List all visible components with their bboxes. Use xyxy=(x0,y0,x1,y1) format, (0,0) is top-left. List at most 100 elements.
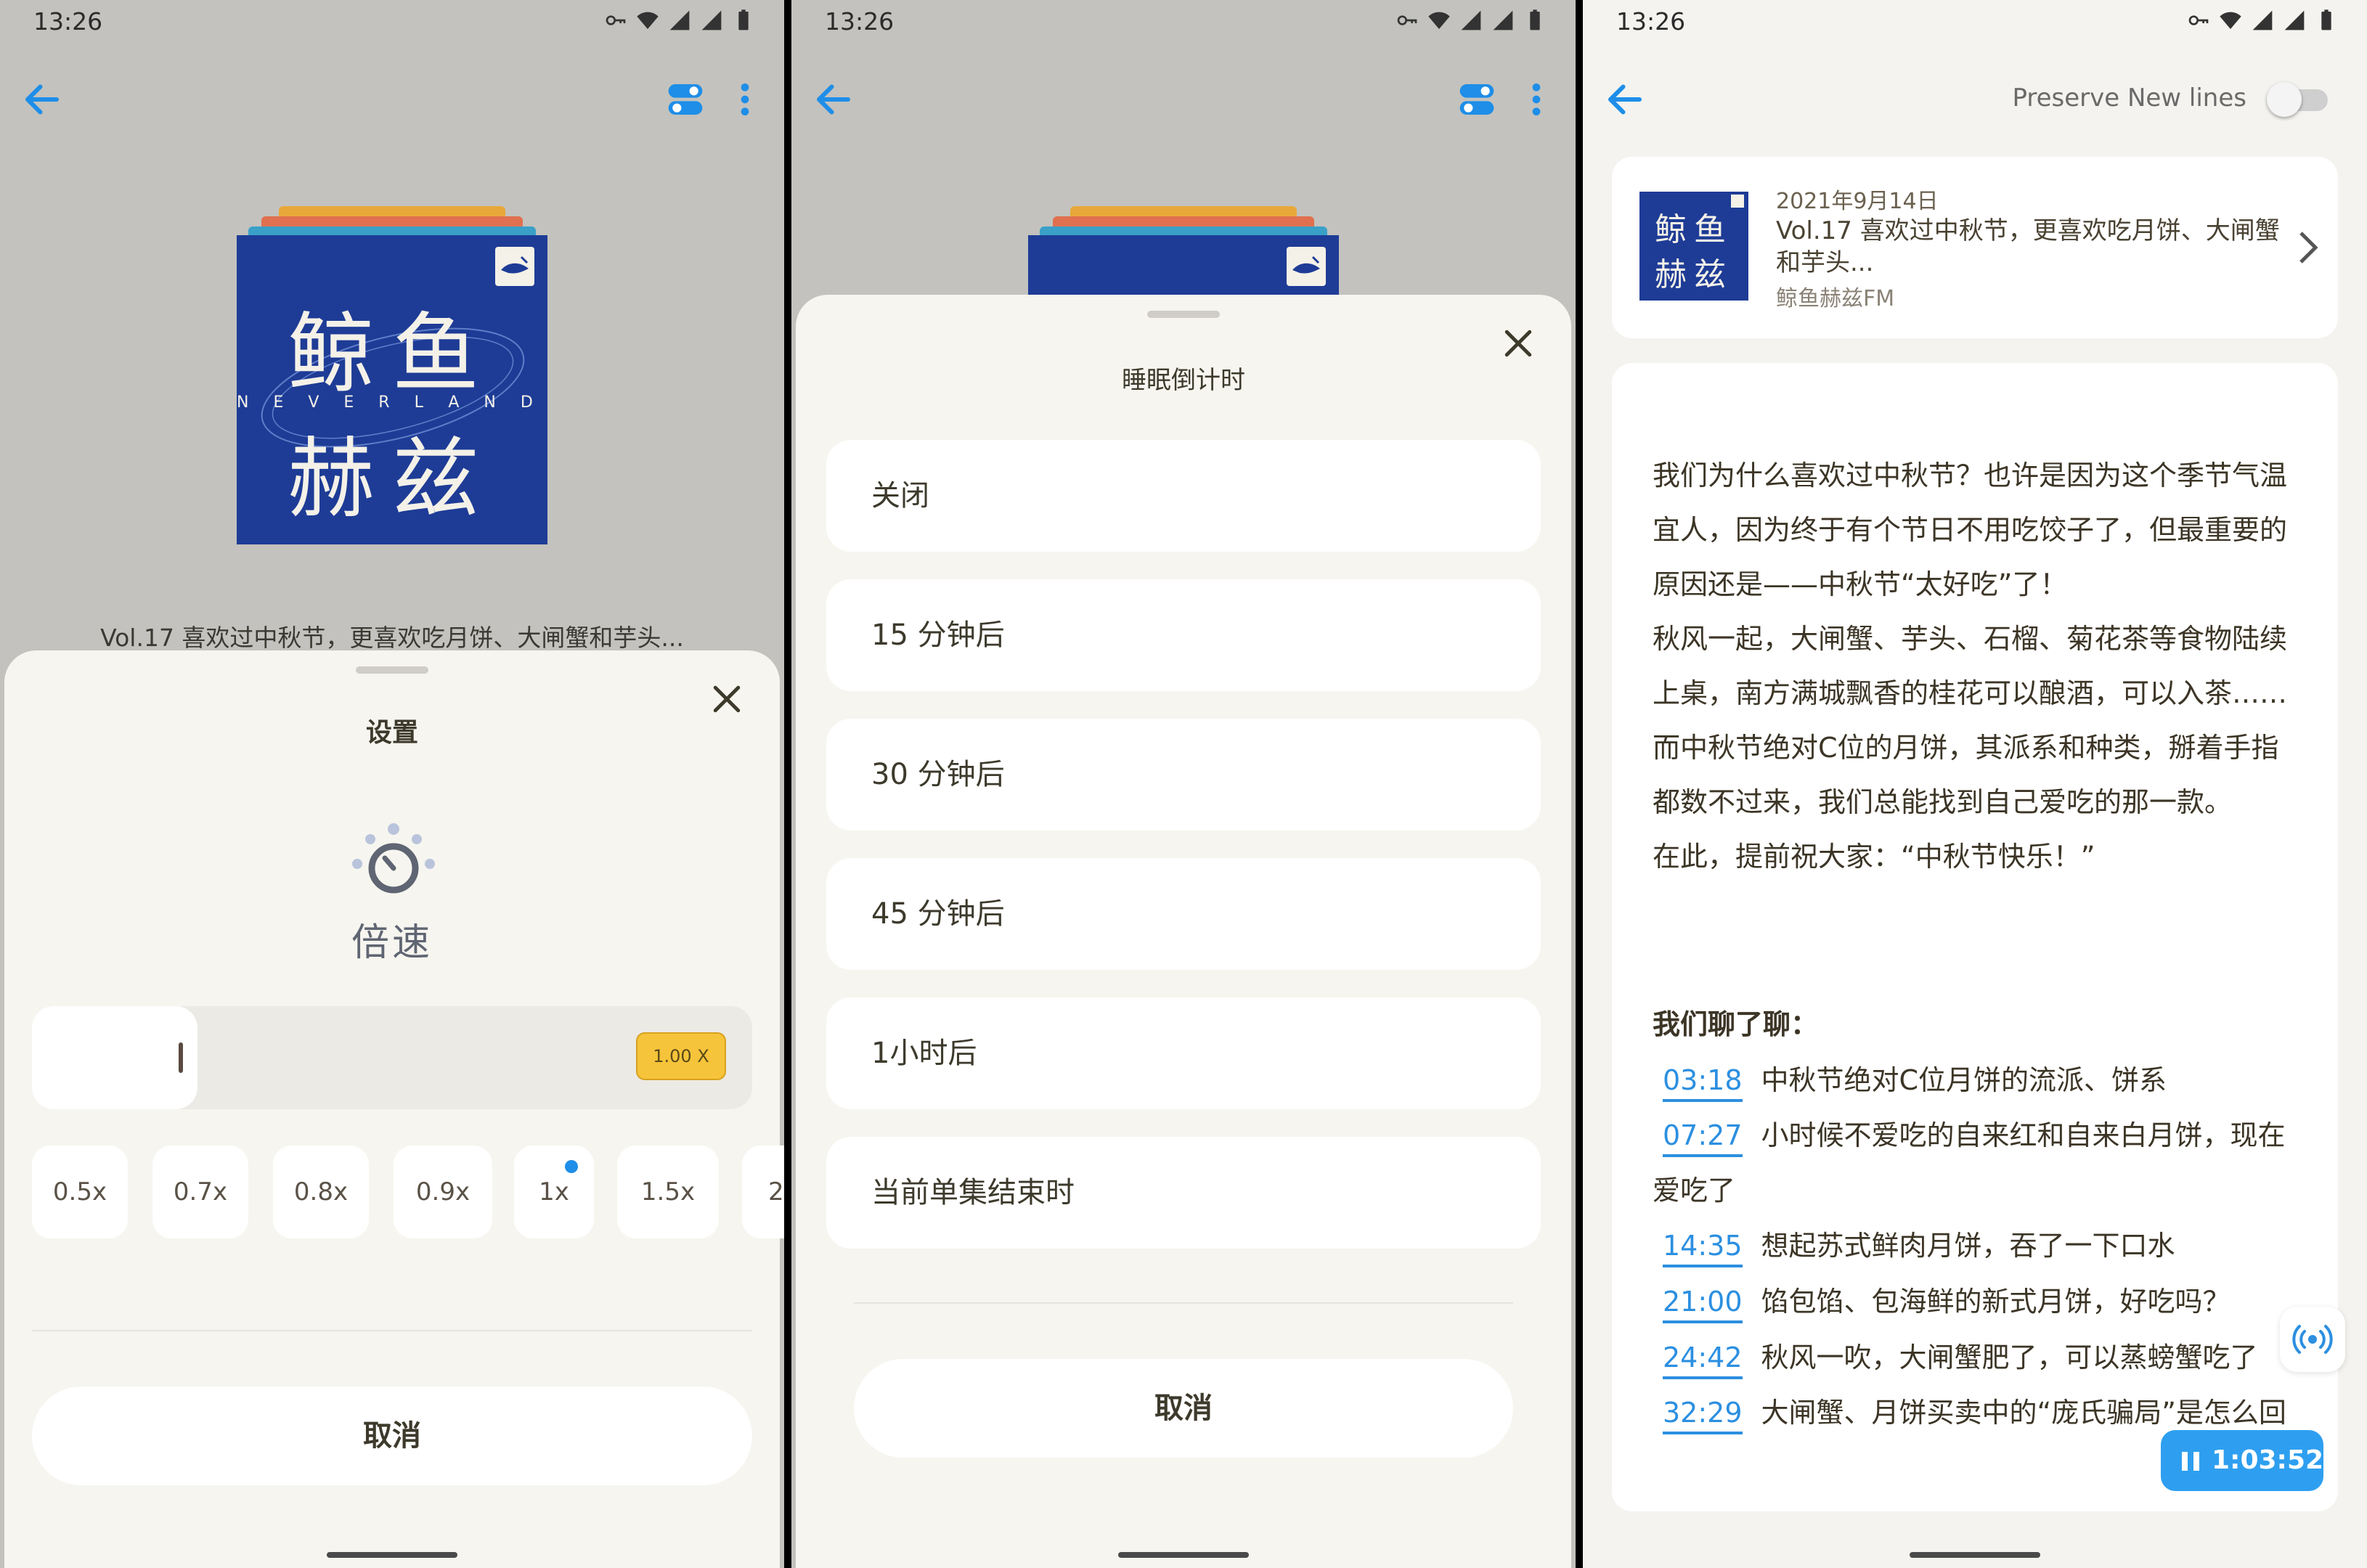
timestamp-text: 馅包馅、包海鲜的新式月饼，好吃吗？ xyxy=(1761,1286,2230,1318)
speed-chip[interactable]: 0.7x xyxy=(152,1146,248,1238)
speed-chip[interactable]: 0.8x xyxy=(273,1146,369,1238)
chevron-right-icon xyxy=(2299,232,2318,264)
cancel-button[interactable]: 取消 xyxy=(32,1387,752,1485)
settings-toggle-icon[interactable] xyxy=(665,79,706,120)
battery-icon xyxy=(2321,9,2331,30)
timestamp-text: 中秋节绝对C位月饼的流派、饼系 xyxy=(1761,1064,2167,1096)
timestamp-row: 07:27 小时候不爱吃的自来红和自来白月饼，现在爱吃了 xyxy=(1653,1108,2303,1218)
status-bar: 13:26 xyxy=(0,0,784,44)
episode-author: 鲸鱼赫兹FM xyxy=(1776,286,1895,311)
settings-bottom-sheet: 设置 倍速 1.00 X 0.5x 0.7x 0.8x 0.9x 1x 1.5x… xyxy=(4,650,784,1568)
speed-slider[interactable]: 1.00 X xyxy=(32,1006,752,1109)
thumb-title-top: 鲸鱼 xyxy=(1655,211,1733,248)
sleep-option-1hour[interactable]: 1小时后 xyxy=(826,997,1541,1109)
episode-date: 2021年9月14日 xyxy=(1776,189,1939,214)
back-arrow-icon[interactable] xyxy=(812,78,855,121)
signal-roaming-icon xyxy=(1493,10,1513,30)
episode-title: Vol.17 喜欢过中秋节，更喜欢吃月饼、大闸蟹和芋头... xyxy=(1776,216,2280,277)
wifi-icon xyxy=(1428,12,1450,29)
speed-chip[interactable]: 1.5x xyxy=(617,1146,719,1238)
close-icon[interactable] xyxy=(1499,324,1538,363)
episode-card[interactable]: 鲸鱼 赫兹 2021年9月14日 Vol.17 喜欢过中秋节，更喜欢吃月饼、大闸… xyxy=(1612,157,2338,338)
speed-chip[interactable]: 2x xyxy=(742,1146,784,1238)
slider-fill xyxy=(32,1006,197,1109)
timestamp-link[interactable]: 24:42 xyxy=(1663,1339,1743,1379)
gesture-nav-bar xyxy=(327,1552,457,1558)
cover-title-top: 鲸鱼 xyxy=(288,304,497,405)
speed-chip[interactable]: 0.5x xyxy=(32,1146,128,1238)
switch-knob xyxy=(2267,82,2302,117)
timestamp-link[interactable]: 03:18 xyxy=(1663,1061,1743,1102)
playback-time: 1:03:52 xyxy=(2212,1445,2324,1475)
preserve-new-lines-label: Preserve New lines xyxy=(2012,83,2246,113)
timestamp-text: 秋风一吹，大闸蟹肥了，可以蒸螃蟹吃了 xyxy=(1761,1342,2258,1373)
sheet-drag-handle[interactable] xyxy=(1147,311,1220,318)
show-notes-screen: 13:26 Preserve New lines 鲸鱼 赫兹 2021年9月14… xyxy=(1583,0,2367,1568)
notes-paragraph: 在此，提前祝大家：“中秋节快乐！” xyxy=(1653,841,2095,873)
sheet-title: 睡眠倒计时 xyxy=(1122,366,1245,395)
show-notes: 我们为什么喜欢过中秋节？也许是因为这个季节气温宜人，因为终于有个节日不用吃饺子了… xyxy=(1612,363,2338,1511)
signal-roaming-icon xyxy=(2284,10,2305,30)
timestamp-text: 想起苏式鲜肉月饼，吞了一下口水 xyxy=(1761,1230,2175,1262)
battery-icon xyxy=(1530,9,1540,30)
signal-icon xyxy=(1461,10,1481,30)
settings-toggle-icon[interactable] xyxy=(1457,79,1497,120)
speed-chip-selected[interactable]: 1x xyxy=(514,1146,594,1238)
speedometer-icon xyxy=(352,823,435,894)
timestamp-link[interactable]: 21:00 xyxy=(1663,1283,1743,1323)
timestamp-row: 21:00 馅包馅、包海鲜的新式月饼，好吃吗？ xyxy=(1663,1274,2303,1329)
sleep-option-off[interactable]: 关闭 xyxy=(826,440,1541,552)
sleep-option-15min[interactable]: 15 分钟后 xyxy=(826,579,1541,691)
cover-art: 鲸鱼 NEVERLAND 赫兹 xyxy=(237,235,547,544)
timestamp-text: 小时候不爱吃的自来红和自来白月饼，现在爱吃了 xyxy=(1653,1119,2286,1206)
broadcast-button[interactable] xyxy=(2280,1307,2345,1372)
status-bar: 13:26 xyxy=(1583,0,2367,44)
more-vert-icon[interactable] xyxy=(1522,78,1551,121)
notes-section-heading: 我们聊了聊： xyxy=(1653,1008,1819,1040)
speed-chip[interactable]: 0.9x xyxy=(394,1146,492,1238)
timestamp-text: 大闸蟹、月饼买卖中的“庞氏骗局”是怎么回 xyxy=(1761,1397,2286,1429)
gesture-nav-bar xyxy=(1910,1552,2040,1558)
cancel-button[interactable]: 取消 xyxy=(854,1359,1513,1458)
broadcast-icon xyxy=(2292,1325,2333,1354)
playback-pill[interactable]: 1:03:52 xyxy=(2161,1430,2323,1491)
signal-icon xyxy=(2252,10,2273,30)
episode-thumbnail: 鲸鱼 赫兹 xyxy=(1639,192,1748,301)
back-arrow-icon[interactable] xyxy=(1603,78,1647,121)
timestamp-link[interactable]: 14:35 xyxy=(1663,1227,1743,1267)
whale-icon xyxy=(501,256,529,274)
wifi-icon xyxy=(637,12,659,29)
timestamp-row: 03:18 中秋节绝对C位月饼的流派、饼系 xyxy=(1663,1053,2303,1108)
thumb-title-bottom: 赫兹 xyxy=(1655,256,1733,293)
speed-presets: 0.5x 0.7x 0.8x 0.9x 1x 1.5x 2x xyxy=(32,1146,784,1238)
battery-icon xyxy=(738,9,749,30)
divider xyxy=(854,1302,1513,1304)
vpn-key-icon xyxy=(606,15,626,25)
cover-whale-logo xyxy=(495,247,534,286)
back-arrow-icon[interactable] xyxy=(20,78,64,121)
timestamp-link[interactable]: 07:27 xyxy=(1663,1116,1743,1157)
app-bar xyxy=(0,69,784,127)
wifi-icon xyxy=(2220,12,2241,29)
vpn-key-icon xyxy=(2188,15,2209,25)
sleep-option-30min[interactable]: 30 分钟后 xyxy=(826,719,1541,830)
more-vert-icon[interactable] xyxy=(730,78,759,121)
sleep-option-45min[interactable]: 45 分钟后 xyxy=(826,858,1541,970)
signal-roaming-icon xyxy=(701,10,722,30)
speed-chip-label: 1x xyxy=(539,1177,569,1206)
sheet-drag-handle[interactable] xyxy=(356,666,428,674)
app-bar: Preserve New lines xyxy=(1583,69,2367,127)
preserve-new-lines-switch[interactable] xyxy=(2267,82,2331,117)
slider-thumb[interactable] xyxy=(179,1042,183,1073)
timestamp-row: 24:42 秋风一吹，大闸蟹肥了，可以蒸螃蟹吃了 xyxy=(1663,1330,2303,1385)
vpn-key-icon xyxy=(1397,15,1417,25)
timestamp-link[interactable]: 32:29 xyxy=(1663,1394,1743,1434)
speed-settings-screen: 13:26 鲸鱼 NEVERLAND 赫兹 Vol.17 喜欢过中秋节，更喜欢吃… xyxy=(0,0,784,1568)
sleep-option-end-of-episode[interactable]: 当前单集结束时 xyxy=(826,1137,1541,1249)
gesture-nav-bar xyxy=(1118,1552,1249,1558)
timestamp-row: 14:35 想起苏式鲜肉月饼，吞了一下口水 xyxy=(1663,1218,2303,1273)
thumb-logo xyxy=(1731,195,1744,208)
status-bar: 13:26 xyxy=(791,0,1576,44)
cover-title-bottom: 赫兹 xyxy=(288,429,497,530)
sheet-title: 设置 xyxy=(365,718,418,748)
